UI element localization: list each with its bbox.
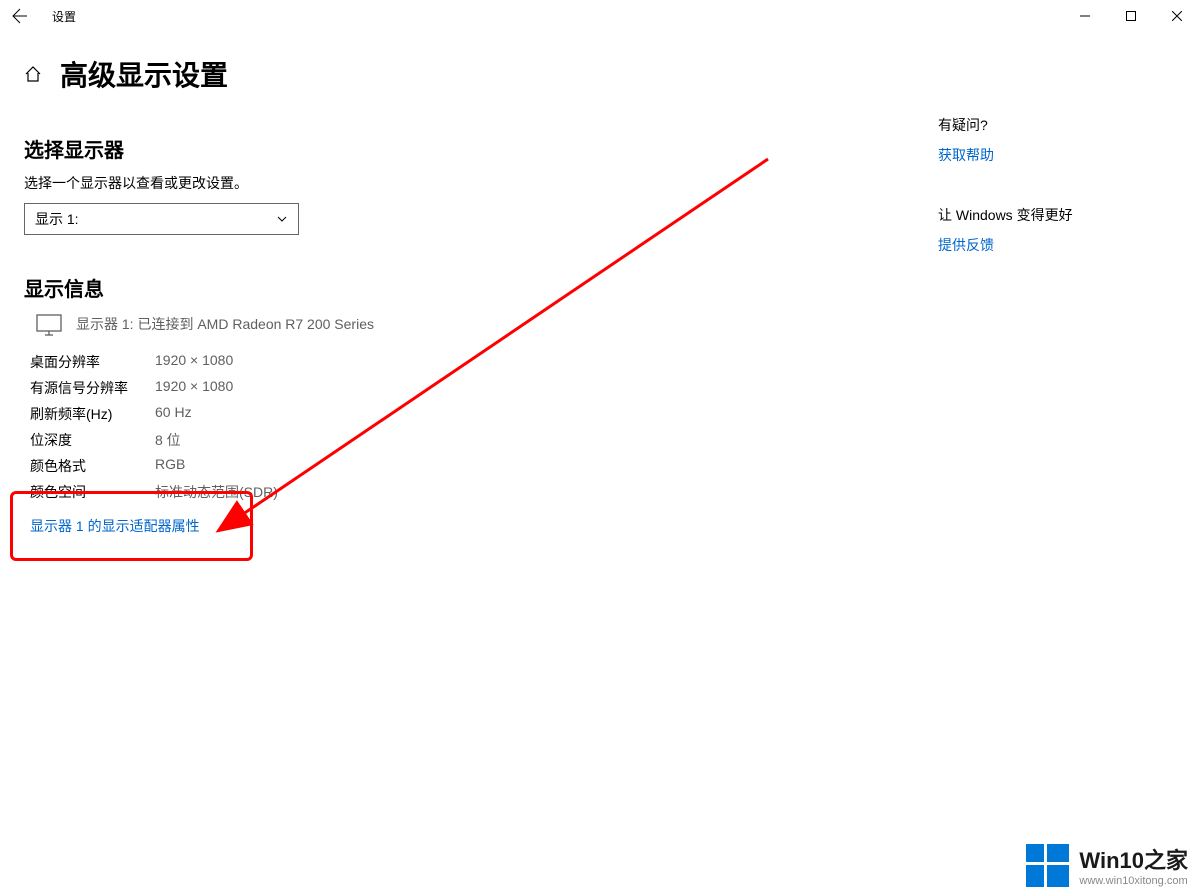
- sidebar-feedback-title: 让 Windows 变得更好: [938, 205, 1168, 225]
- minimize-icon: [1080, 11, 1090, 21]
- info-label: 刷新频率(Hz): [30, 404, 155, 424]
- select-display-desc: 选择一个显示器以查看或更改设置。: [24, 173, 724, 193]
- sidebar-help-section: 有疑问? 获取帮助: [938, 115, 1168, 165]
- titlebar-left: 设置: [8, 4, 76, 28]
- home-icon[interactable]: [24, 65, 42, 83]
- monitor-connected-text: 显示器 1: 已连接到 AMD Radeon R7 200 Series: [76, 314, 374, 336]
- main-column: 选择显示器 选择一个显示器以查看或更改设置。 显示 1: 显示信息 显示器 1:…: [24, 134, 724, 536]
- table-row: 有源信号分辨率 1920 × 1080: [30, 378, 724, 398]
- table-row: 刷新频率(Hz) 60 Hz: [30, 404, 724, 424]
- select-display-section: 选择显示器 选择一个显示器以查看或更改设置。 显示 1:: [24, 134, 724, 235]
- maximize-button[interactable]: [1108, 0, 1154, 32]
- table-row: 颜色格式 RGB: [30, 456, 724, 476]
- adapter-link-wrapper: 显示器 1 的显示适配器属性: [30, 516, 724, 536]
- watermark-title: Win10之家: [1079, 843, 1188, 875]
- sidebar-feedback-section: 让 Windows 变得更好 提供反馈: [938, 205, 1168, 255]
- adapter-properties-link[interactable]: 显示器 1 的显示适配器属性: [30, 516, 200, 536]
- info-value: 标准动态范围(SDR): [155, 482, 278, 502]
- close-button[interactable]: [1154, 0, 1200, 32]
- info-value: 1920 × 1080: [155, 378, 233, 398]
- info-label: 颜色格式: [30, 456, 155, 476]
- get-help-link[interactable]: 获取帮助: [938, 145, 994, 165]
- maximize-icon: [1126, 11, 1136, 21]
- display-info-table: 桌面分辨率 1920 × 1080 有源信号分辨率 1920 × 1080 刷新…: [30, 352, 724, 502]
- table-row: 颜色空间 标准动态范围(SDR): [30, 482, 724, 502]
- watermark: Win10之家 www.win10xitong.com: [1026, 843, 1188, 887]
- monitor-icon: [36, 314, 62, 336]
- sidebar-help-title: 有疑问?: [938, 115, 1168, 135]
- close-icon: [1172, 11, 1182, 21]
- give-feedback-link[interactable]: 提供反馈: [938, 235, 994, 255]
- select-display-title: 选择显示器: [24, 134, 724, 163]
- page-header: 高级显示设置: [0, 32, 1200, 94]
- page-title: 高级显示设置: [60, 54, 228, 94]
- window-title: 设置: [52, 8, 76, 25]
- windows-logo-icon: [1026, 844, 1069, 887]
- titlebar: 设置: [0, 0, 1200, 32]
- watermark-url: www.win10xitong.com: [1079, 875, 1188, 887]
- display-dropdown[interactable]: 显示 1:: [24, 203, 299, 235]
- info-label: 桌面分辨率: [30, 352, 155, 372]
- info-label: 有源信号分辨率: [30, 378, 155, 398]
- monitor-header: 显示器 1: 已连接到 AMD Radeon R7 200 Series: [24, 314, 724, 336]
- info-value: RGB: [155, 456, 185, 476]
- info-label: 位深度: [30, 430, 155, 450]
- table-row: 桌面分辨率 1920 × 1080: [30, 352, 724, 372]
- watermark-text: Win10之家 www.win10xitong.com: [1079, 843, 1188, 887]
- info-value: 60 Hz: [155, 404, 192, 424]
- chevron-down-icon: [276, 213, 288, 225]
- back-arrow-icon: [12, 8, 28, 24]
- sidebar: 有疑问? 获取帮助 让 Windows 变得更好 提供反馈: [938, 115, 1168, 295]
- display-info-title: 显示信息: [24, 273, 724, 302]
- info-value: 8 位: [155, 430, 181, 450]
- info-label: 颜色空间: [30, 482, 155, 502]
- table-row: 位深度 8 位: [30, 430, 724, 450]
- info-value: 1920 × 1080: [155, 352, 233, 372]
- display-info-section: 显示信息 显示器 1: 已连接到 AMD Radeon R7 200 Serie…: [24, 273, 724, 536]
- back-button[interactable]: [8, 4, 32, 28]
- display-dropdown-value: 显示 1:: [35, 209, 79, 229]
- minimize-button[interactable]: [1062, 0, 1108, 32]
- window-controls: [1062, 0, 1200, 32]
